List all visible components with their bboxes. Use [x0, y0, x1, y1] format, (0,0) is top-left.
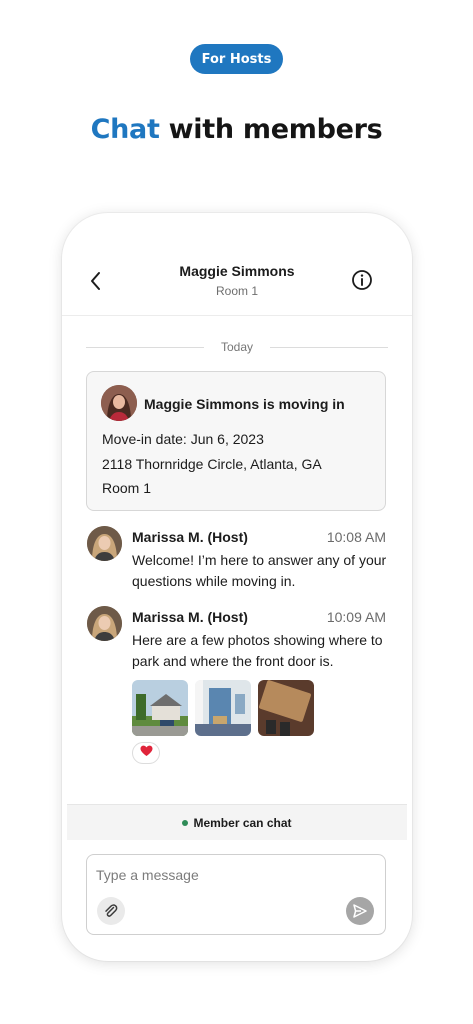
date-divider: Today [86, 340, 388, 354]
heart-reaction[interactable] [132, 742, 160, 764]
chat-status-bar: Member can chat [67, 804, 407, 840]
message-sender: Marissa M. (Host) [132, 609, 248, 625]
message-sender: Marissa M. (Host) [132, 529, 248, 545]
send-icon [353, 904, 367, 918]
info-icon[interactable] [351, 269, 373, 291]
message-text: Here are a few photos showing where to p… [132, 632, 383, 669]
attach-button[interactable] [97, 897, 125, 925]
for-hosts-badge: For Hosts [190, 44, 283, 74]
message-composer [86, 854, 386, 935]
status-label: Member can chat [193, 815, 292, 830]
move-in-card: Maggie Simmons is moving in Move-in date… [86, 371, 386, 511]
headline-rest: with members [159, 114, 383, 145]
host-avatar [87, 526, 122, 561]
divider-line-right [270, 347, 388, 348]
move-in-address: 2118 Thornridge Circle, Atlanta, GA [102, 456, 322, 472]
front-porch-photo[interactable] [195, 680, 251, 736]
member-avatar [101, 385, 137, 421]
headline: Chat with members [0, 114, 473, 145]
host-avatar [87, 606, 122, 641]
phone-frame: Maggie Simmons Room 1 Today Maggie Simmo… [62, 213, 412, 961]
move-in-room: Room 1 [102, 480, 152, 496]
message-input[interactable] [96, 864, 366, 886]
message-text: Welcome! I’m here to answer any of your … [132, 552, 387, 589]
paperclip-icon [105, 904, 118, 917]
move-in-date: Move-in date: Jun 6, 2023 [102, 431, 264, 447]
heart-icon [140, 744, 153, 762]
headline-accent: Chat [90, 114, 160, 145]
move-in-card-title: Maggie Simmons is moving in [144, 396, 345, 412]
welcome-mat-photo[interactable] [258, 680, 314, 736]
send-button[interactable] [346, 897, 374, 925]
message-time: 10:09 AM [326, 609, 386, 625]
message-time: 10:08 AM [326, 529, 386, 545]
status-dot [182, 819, 189, 826]
house-exterior-photo[interactable] [132, 680, 188, 736]
chat-header: Maggie Simmons Room 1 [62, 213, 412, 316]
